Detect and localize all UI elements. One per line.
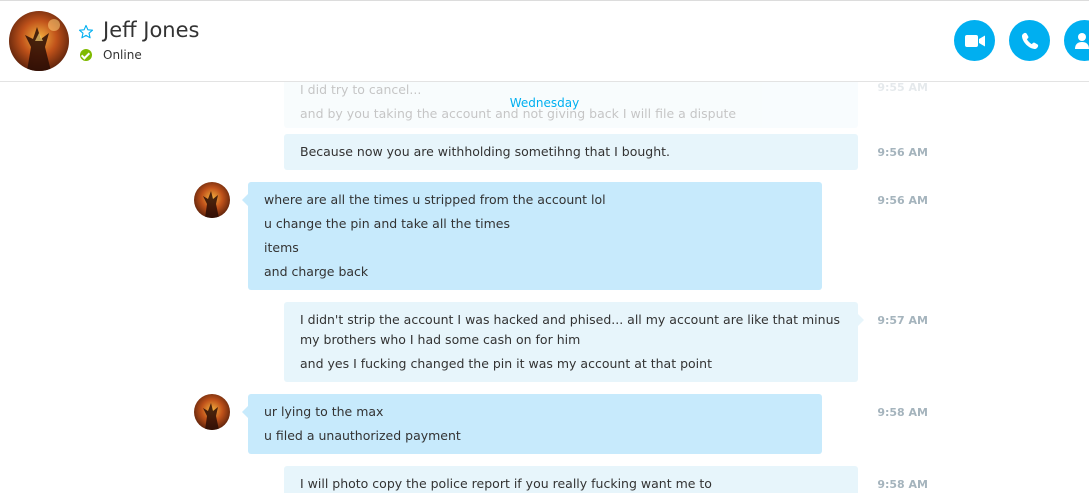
message-timestamp: 9:56 AM [877, 194, 928, 207]
favorite-star-icon[interactable] [78, 24, 94, 40]
message-bubble-received[interactable]: ur lying to the max u filed a unauthoriz… [248, 394, 822, 454]
add-contact-button[interactable] [1064, 20, 1089, 61]
message-text: Because now you are withholding sometihn… [300, 144, 671, 159]
message-bubble-sent[interactable]: Because now you are withholding sometihn… [284, 134, 858, 170]
contact-status: Online [103, 48, 142, 62]
message-bubble-sent[interactable]: I will photo copy the police report if y… [284, 466, 858, 493]
sender-avatar[interactable] [194, 394, 230, 430]
conversation-header: Jeff Jones Online [0, 0, 1089, 82]
message-list[interactable]: I did try to cancel... and by you taking… [0, 82, 1089, 493]
message-timestamp: 9:56 AM [877, 146, 928, 159]
message-text: I will photo copy the police report if y… [300, 476, 712, 491]
message-text: and yes I fucking changed the pin it was… [300, 356, 712, 371]
message-text: I didn't strip the account I was hacked … [300, 312, 841, 347]
voice-call-button[interactable] [1009, 20, 1050, 61]
message-timestamp: 9:55 AM [877, 82, 928, 94]
message-bubble-sent[interactable]: I didn't strip the account I was hacked … [284, 302, 858, 382]
contact-name[interactable]: Jeff Jones [103, 18, 199, 42]
message-text: and charge back [264, 264, 369, 279]
message-text: items [264, 240, 299, 255]
online-status-icon [80, 49, 92, 61]
sender-avatar[interactable] [194, 182, 230, 218]
video-call-button[interactable] [954, 20, 995, 61]
message-bubble-received[interactable]: where are all the times u stripped from … [248, 182, 822, 290]
bubble-tail [858, 314, 864, 326]
phone-icon [1021, 32, 1038, 49]
message-timestamp: 9:58 AM [877, 406, 928, 419]
video-icon [964, 34, 985, 47]
message-text: where are all the times u stripped from … [264, 192, 606, 207]
message-text: ur lying to the max [264, 404, 384, 419]
message-timestamp: 9:58 AM [877, 478, 928, 491]
add-person-icon [1074, 32, 1089, 49]
window-top-border [0, 0, 1089, 1]
message-text: u change the pin and take all the times [264, 216, 510, 231]
day-separator: Wednesday [509, 96, 580, 110]
contact-avatar[interactable] [9, 11, 69, 71]
message-text: u filed a unauthorized payment [264, 428, 461, 443]
message-timestamp: 9:57 AM [877, 314, 928, 327]
